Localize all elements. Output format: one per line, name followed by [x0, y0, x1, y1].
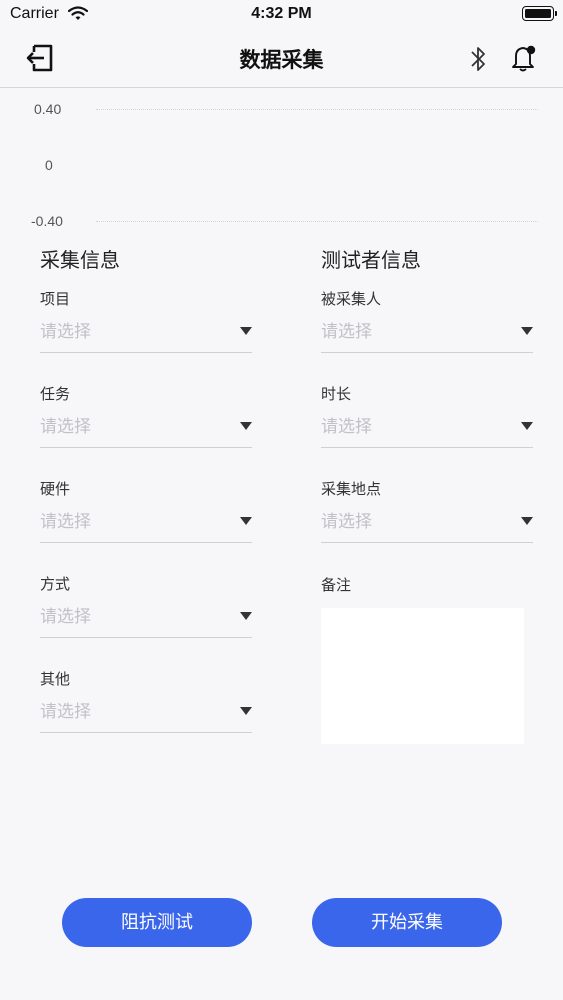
duration-label: 时长 [321, 385, 352, 403]
caret-down-icon [240, 422, 252, 430]
bluetooth-icon[interactable] [466, 44, 490, 74]
method-label: 方式 [40, 575, 71, 593]
duration-select[interactable]: 请选择 [321, 408, 533, 448]
start-collection-button[interactable]: 开始采集 [312, 898, 502, 947]
signal-chart: 0.40 0 -0.40 [0, 95, 563, 235]
status-bar: Carrier 4:32 PM [0, 0, 563, 30]
select-placeholder: 请选择 [321, 417, 372, 437]
location-select[interactable]: 请选择 [321, 503, 533, 543]
caret-down-icon [521, 517, 533, 525]
select-placeholder: 请选择 [321, 512, 372, 532]
other-select[interactable]: 请选择 [40, 693, 252, 733]
hardware-select[interactable]: 请选择 [40, 503, 252, 543]
select-placeholder: 请选择 [40, 322, 91, 342]
remark-input[interactable] [321, 608, 524, 744]
caret-down-icon [521, 327, 533, 335]
caret-down-icon [240, 707, 252, 715]
y-tick-label: -0.40 [31, 213, 63, 229]
caret-down-icon [240, 612, 252, 620]
caret-down-icon [240, 327, 252, 335]
project-select[interactable]: 请选择 [40, 313, 252, 353]
select-placeholder: 请选择 [40, 607, 91, 627]
caret-down-icon [240, 517, 252, 525]
select-placeholder: 请选择 [321, 322, 372, 342]
select-placeholder: 请选择 [40, 417, 91, 437]
tester-info-title: 测试者信息 [321, 248, 421, 272]
clock: 4:32 PM [251, 5, 312, 22]
subject-label: 被采集人 [321, 290, 382, 308]
bell-icon[interactable] [508, 42, 540, 74]
grid-line [96, 221, 538, 222]
select-placeholder: 请选择 [40, 702, 91, 722]
other-label: 其他 [40, 670, 71, 688]
select-placeholder: 请选择 [40, 512, 91, 532]
task-label: 任务 [40, 385, 71, 403]
project-label: 项目 [40, 290, 71, 308]
task-select[interactable]: 请选择 [40, 408, 252, 448]
caret-down-icon [521, 422, 533, 430]
collection-info-title: 采集信息 [40, 248, 120, 272]
impedance-test-button[interactable]: 阻抗测试 [62, 898, 252, 947]
grid-line [96, 109, 538, 110]
hardware-label: 硬件 [40, 480, 71, 498]
battery-icon [522, 6, 557, 21]
y-tick-label: 0.40 [34, 101, 62, 117]
subject-select[interactable]: 请选择 [321, 313, 533, 353]
remark-label: 备注 [321, 576, 352, 594]
location-label: 采集地点 [321, 480, 382, 498]
nav-bar: 数据采集 [0, 30, 563, 88]
y-tick-label: 0 [45, 157, 53, 173]
method-select[interactable]: 请选择 [40, 598, 252, 638]
